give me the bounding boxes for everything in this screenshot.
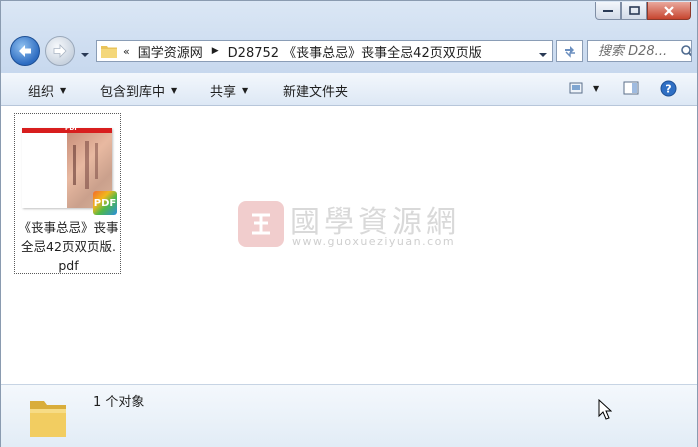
view-options-button[interactable]: ▼	[569, 81, 599, 95]
maximize-icon	[628, 6, 640, 15]
organize-label: 组织	[28, 85, 55, 100]
breadcrumb-separator-icon[interactable]: ▶	[212, 46, 219, 56]
folder-icon	[30, 401, 66, 437]
chevron-down-icon	[81, 53, 89, 57]
minimize-icon	[603, 9, 613, 12]
chevron-down-icon: ▼	[60, 86, 67, 95]
search-box[interactable]	[587, 40, 692, 62]
mouse-cursor-icon	[598, 399, 612, 420]
preview-pane-icon	[623, 81, 639, 95]
maximize-button[interactable]	[621, 2, 647, 20]
details-pane: 1 个对象	[1, 384, 697, 447]
address-dropdown[interactable]	[538, 47, 548, 62]
window-controls	[595, 2, 691, 20]
thumbnail-label: PDF	[65, 125, 79, 132]
file-name-line: pdf	[58, 258, 79, 273]
chevron-down-icon: ▼	[242, 86, 249, 95]
title-bar: « 国学资源网 ▶ D28752 《丧事总忌》丧事全忌42页双页版	[1, 1, 697, 73]
refresh-button[interactable]	[556, 40, 583, 62]
chevron-down-icon: ▼	[171, 86, 178, 95]
help-icon: ?	[660, 80, 677, 97]
command-bar: 组织 ▼ 包含到库中 ▼ 共享 ▼ 新建文件夹 ▼ ?	[1, 73, 697, 106]
view-icon	[569, 82, 583, 94]
back-button[interactable]	[10, 36, 40, 66]
search-input[interactable]	[588, 42, 678, 60]
pdf-badge-icon: PDF	[93, 191, 117, 215]
include-in-library-menu[interactable]: 包含到库中 ▼	[100, 81, 177, 100]
seal-glyph-icon	[252, 213, 270, 235]
help-button[interactable]: ?	[660, 80, 677, 97]
preview-pane-button[interactable]	[623, 81, 639, 95]
folder-icon	[101, 46, 117, 58]
breadcrumb-item[interactable]: 国学资源网	[138, 42, 203, 61]
include-in-library-label: 包含到库中	[100, 85, 166, 100]
breadcrumb-overflow[interactable]: «	[123, 45, 130, 58]
close-icon	[664, 5, 674, 16]
watermark-url: www.guoxueziyuan.com	[292, 235, 456, 248]
minimize-button[interactable]	[595, 2, 621, 20]
explorer-window: « 国学资源网 ▶ D28752 《丧事总忌》丧事全忌42页双页版 组织 ▼ 包…	[0, 0, 698, 447]
new-folder-button[interactable]: 新建文件夹	[283, 81, 348, 100]
chevron-down-icon[interactable]: ▼	[593, 84, 599, 93]
watermark: 國學資源網 www.guoxueziyuan.com	[238, 197, 478, 251]
arrow-left-icon	[19, 45, 31, 57]
forward-button[interactable]	[45, 36, 75, 66]
file-item[interactable]: PDF PDF 《丧事总忌》丧事 全忌42页双页版. pdf	[14, 113, 121, 274]
refresh-icon	[564, 46, 575, 58]
recent-pages-dropdown[interactable]	[80, 47, 90, 61]
organize-menu[interactable]: 组织 ▼	[28, 81, 66, 100]
address-bar[interactable]: « 国学资源网 ▶ D28752 《丧事总忌》丧事全忌42页双页版	[96, 40, 553, 62]
new-folder-label: 新建文件夹	[283, 85, 349, 100]
chevron-down-icon	[539, 53, 547, 57]
arrow-right-icon	[53, 44, 67, 58]
file-name[interactable]: 《丧事总忌》丧事 全忌42页双页版. pdf	[15, 218, 122, 275]
item-count: 1 个对象	[93, 395, 145, 410]
share-label: 共享	[210, 85, 237, 100]
file-name-line: 《丧事总忌》丧事	[18, 220, 119, 235]
file-name-line: 全忌42页双页版.	[21, 239, 116, 254]
breadcrumb-item[interactable]: D28752 《丧事总忌》丧事全忌42页双页版	[228, 42, 482, 61]
search-icon[interactable]	[680, 44, 691, 58]
svg-text:?: ?	[665, 83, 671, 96]
share-menu[interactable]: 共享 ▼	[210, 81, 248, 100]
watermark-seal-icon	[238, 201, 284, 247]
close-button[interactable]	[647, 2, 691, 20]
